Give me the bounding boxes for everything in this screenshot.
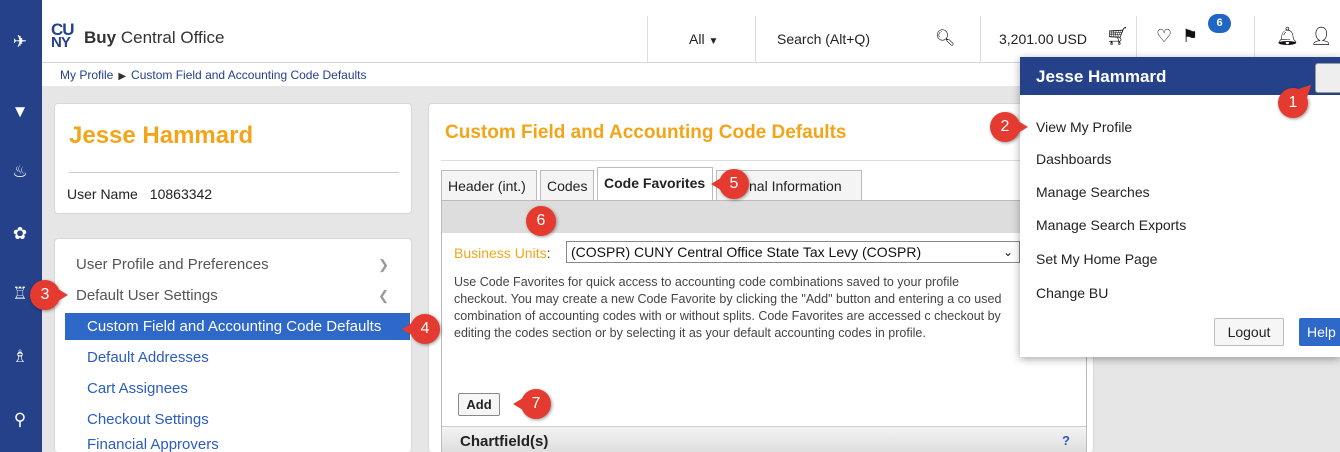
username-label: User Name — [67, 186, 138, 202]
callout-5: 5 — [711, 169, 749, 199]
breadcrumb: My Profile ▶ Custom Field and Accounting C… — [60, 68, 367, 82]
divider — [647, 16, 648, 63]
divider — [441, 160, 1087, 161]
divider — [980, 16, 981, 63]
username-row: User Name 10863342 — [67, 186, 212, 202]
suppliers-icon[interactable]: ♗ — [8, 345, 32, 369]
sidebar-item-financial-approvers[interactable]: Financial Approvers — [55, 433, 411, 452]
divider — [755, 16, 756, 63]
orders-icon[interactable]: ♨ — [8, 160, 32, 184]
user-menu-name: Jesse Hammard — [1036, 67, 1167, 86]
avatar[interactable] — [1315, 63, 1340, 93]
callout-1: 1 — [1278, 88, 1308, 118]
sidebar-item-cart-assignees[interactable]: Cart Assignees — [55, 375, 411, 402]
user-icon[interactable]: 👤︎ — [1310, 26, 1333, 47]
chartfield-section-header[interactable]: Chartfield(s) ? — [442, 426, 1086, 452]
logout-button[interactable]: Logout — [1214, 318, 1284, 346]
divider — [1136, 16, 1137, 63]
profile-nav: User Profile and Preferences ❯ Default U… — [54, 238, 412, 452]
callout-7: 7 — [513, 389, 551, 419]
heart-icon[interactable]: ♡ — [1156, 26, 1172, 47]
contracts-icon[interactable]: ✿ — [8, 222, 32, 246]
help-icon[interactable]: ? — [1062, 433, 1070, 448]
callout-6: 6 — [526, 206, 556, 236]
add-code-favorite-button[interactable]: Add — [458, 393, 500, 416]
username-value: 10863342 — [149, 186, 213, 202]
sidebar-item-default-user-settings[interactable]: Default User Settings ❮ — [55, 282, 411, 309]
notification-badge: 6 — [1208, 14, 1231, 33]
chevron-down-icon: ▼ — [708, 36, 719, 47]
menu-item-set-my-home-page[interactable]: Set My Home Page — [1036, 251, 1157, 267]
help-button[interactable]: Help — [1299, 318, 1340, 346]
accounts-payable-icon[interactable]: ♖ — [8, 282, 32, 306]
breadcrumb-current[interactable]: Custom Field and Accounting Code Default… — [131, 68, 366, 82]
app-name: Buy Central Office — [84, 28, 225, 47]
bell-icon[interactable]: 🔔︎ — [1276, 26, 1299, 47]
flag-icon[interactable]: ⚑ — [1182, 26, 1198, 47]
sidebar-item-user-profile[interactable]: User Profile and Preferences ❯ — [55, 251, 411, 278]
search-filter-dropdown[interactable]: All ▼ — [689, 31, 718, 47]
search-rail-icon[interactable]: ⚲ — [8, 408, 32, 432]
code-favorites-help-text: Use Code Favorites for quick access to a… — [454, 275, 1002, 340]
tab-codes[interactable]: Codes — [540, 170, 594, 201]
chevron-right-icon: ❯ — [378, 257, 389, 272]
sidebar-item-default-addresses[interactable]: Default Addresses — [55, 344, 411, 371]
breadcrumb-separator-icon: ▶ — [118, 71, 127, 82]
divider — [69, 172, 399, 173]
left-nav-rail: ✈ ▼ ♨ ✿ ♖ ♗ ⚲ — [0, 0, 42, 452]
chevron-down-icon: ⌄ — [1002, 245, 1013, 259]
menu-item-view-my-profile[interactable]: View My Profile — [1036, 119, 1132, 135]
search-icon[interactable]: 🔍︎ — [935, 28, 955, 48]
callout-2: 2 — [990, 112, 1028, 142]
profile-name: Jesse Hammard — [69, 122, 254, 149]
cart-total[interactable]: 3,201.00 USD — [999, 31, 1087, 47]
shop-icon[interactable]: ✈ — [8, 30, 32, 54]
sidebar-item-checkout-settings[interactable]: Checkout Settings — [55, 406, 411, 433]
menu-item-change-bu[interactable]: Change BU — [1036, 285, 1108, 301]
sidebar-item-custom-field-defaults[interactable]: Custom Field and Accounting Code Default… — [65, 313, 410, 340]
tab-header-int[interactable]: Header (int.) — [441, 170, 537, 201]
chevron-down-icon: ❮ — [378, 288, 389, 303]
search-input[interactable]: Search (Alt+Q) — [777, 31, 870, 47]
breadcrumb-my-profile[interactable]: My Profile — [60, 68, 113, 82]
menu-item-manage-searches[interactable]: Manage Searches — [1036, 184, 1150, 200]
tab-code-favorites[interactable]: Code Favorites — [597, 167, 713, 201]
cart-rail-icon[interactable]: ▼ — [8, 100, 32, 124]
cart-icon[interactable]: 🛒︎ — [1106, 26, 1129, 47]
business-units-label: Business Units: — [454, 245, 551, 261]
divider — [1254, 16, 1255, 63]
cuny-logo[interactable]: CU NY — [51, 21, 75, 50]
callout-4: 4 — [402, 314, 440, 344]
chartfield-label: Chartfield(s) — [460, 433, 549, 450]
page-title: Custom Field and Accounting Code Default… — [445, 122, 847, 143]
profile-card: Jesse Hammard User Name 10863342 — [54, 103, 412, 214]
menu-item-manage-search-exports[interactable]: Manage Search Exports — [1036, 217, 1186, 233]
top-bar: CU NY Buy Central Office All ▼ Search (A… — [42, 0, 1340, 63]
business-units-select[interactable]: (COSPR) CUNY Central Office State Tax Le… — [566, 241, 1020, 263]
callout-3: 3 — [30, 280, 68, 310]
menu-item-dashboards[interactable]: Dashboards — [1036, 151, 1112, 167]
